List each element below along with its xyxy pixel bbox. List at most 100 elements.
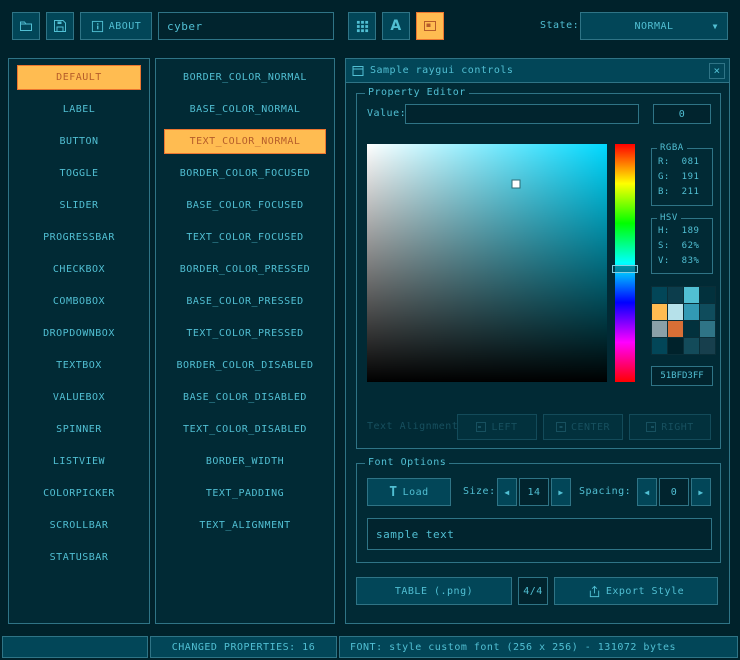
control-item-valuebox[interactable]: VALUEBOX (17, 385, 141, 410)
color-swatch[interactable] (652, 304, 667, 320)
font-load-icon: T (389, 486, 397, 499)
font-spacing-value[interactable]: 0 (659, 478, 689, 506)
property-item-base_color_normal[interactable]: BASE_COLOR_NORMAL (164, 97, 326, 122)
property-item-base_color_focused[interactable]: BASE_COLOR_FOCUSED (164, 193, 326, 218)
color-swatch[interactable] (668, 321, 683, 337)
rgba-title: RGBA (657, 142, 687, 154)
property-item-base_color_disabled[interactable]: BASE_COLOR_DISABLED (164, 385, 326, 410)
rgba-red-value: R: 081 (652, 155, 712, 170)
property-item-border_color_pressed[interactable]: BORDER_COLOR_PRESSED (164, 257, 326, 282)
color-swatch[interactable] (652, 321, 667, 337)
size-decrease-button[interactable]: ◀ (497, 478, 517, 506)
controls-list: DEFAULT LABEL BUTTON TOGGLE SLIDER PROGRESSBA… (8, 58, 150, 624)
color-swatch[interactable] (668, 287, 683, 303)
about-button[interactable]: ABOUT (80, 12, 152, 40)
property-item-border_color_disabled[interactable]: BORDER_COLOR_DISABLED (164, 353, 326, 378)
close-button[interactable]: × (709, 63, 725, 79)
hsv-value-value: V: 83% (652, 254, 712, 269)
control-item-progressbar[interactable]: PROGRESSBAR (17, 225, 141, 250)
color-swatch[interactable] (652, 338, 667, 354)
state-dropdown[interactable]: NORMAL ▼ (580, 12, 728, 40)
control-item-textbox[interactable]: TEXTBOX (17, 353, 141, 378)
color-swatch[interactable] (700, 338, 715, 354)
color-marker[interactable] (512, 181, 519, 188)
font-view-button[interactable]: A (382, 12, 410, 40)
export-style-button[interactable]: Export Style (554, 577, 718, 605)
control-item-scrollbar[interactable]: SCROLLBAR (17, 513, 141, 538)
font-size-label: Size: (463, 487, 496, 497)
export-icon (588, 585, 601, 598)
load-style-button[interactable] (12, 12, 40, 40)
font-size-value[interactable]: 14 (519, 478, 549, 506)
image-icon (423, 19, 437, 33)
property-item-text_color_focused[interactable]: TEXT_COLOR_FOCUSED (164, 225, 326, 250)
color-swatch[interactable] (652, 287, 667, 303)
control-item-colorpicker[interactable]: COLORPICKER (17, 481, 141, 506)
hue-bar[interactable] (615, 144, 635, 382)
control-item-checkbox[interactable]: CHECKBOX (17, 257, 141, 282)
property-item-border_width[interactable]: BORDER_WIDTH (164, 449, 326, 474)
statusbar-font-info: FONT: style custom font (256 x 256) - 13… (339, 636, 738, 658)
align-left-button[interactable]: LEFT (457, 414, 537, 440)
spacing-decrease-button[interactable]: ◀ (637, 478, 657, 506)
control-item-spinner[interactable]: SPINNER (17, 417, 141, 442)
folder-open-icon (19, 19, 33, 33)
color-swatch[interactable] (668, 304, 683, 320)
hsv-group: HSV H: 189 S: 62% V: 83% (651, 218, 713, 274)
align-left-label: LEFT (491, 422, 517, 433)
property-item-border_color_focused[interactable]: BORDER_COLOR_FOCUSED (164, 161, 326, 186)
control-item-button[interactable]: BUTTON (17, 129, 141, 154)
property-item-border_color_normal[interactable]: BORDER_COLOR_NORMAL (164, 65, 326, 90)
rgba-group: RGBA R: 081 G: 191 B: 211 (651, 148, 713, 206)
hue-slider-handle[interactable] (612, 265, 638, 273)
color-swatch[interactable] (700, 304, 715, 320)
page-indicator[interactable]: 4/4 (518, 577, 548, 605)
value-label: Value: (367, 109, 406, 119)
color-swatch[interactable] (684, 304, 699, 320)
properties-list: BORDER_COLOR_NORMAL BASE_COLOR_NORMAL TEXT… (155, 58, 335, 624)
color-swatch[interactable] (668, 338, 683, 354)
control-item-statusbar[interactable]: STATUSBAR (17, 545, 141, 570)
font-spacing-spinner: ◀ 0 ▶ (637, 478, 711, 506)
style-name-input[interactable] (158, 12, 334, 40)
property-item-base_color_pressed[interactable]: BASE_COLOR_PRESSED (164, 289, 326, 314)
atlas-view-button[interactable] (416, 12, 444, 40)
control-item-default[interactable]: DEFAULT (17, 65, 141, 90)
property-item-text_color_pressed[interactable]: TEXT_COLOR_PRESSED (164, 321, 326, 346)
text-alignment-label: Text Alignment: (367, 422, 457, 432)
control-item-toggle[interactable]: TOGGLE (17, 161, 141, 186)
property-item-text_padding[interactable]: TEXT_PADDING (164, 481, 326, 506)
control-item-label[interactable]: LABEL (17, 97, 141, 122)
color-swatch[interactable] (684, 338, 699, 354)
property-item-text_color_disabled[interactable]: TEXT_COLOR_DISABLED (164, 417, 326, 442)
font-load-button[interactable]: T Load (367, 478, 451, 506)
size-increase-button[interactable]: ▶ (551, 478, 571, 506)
chevron-down-icon: ▼ (713, 22, 718, 31)
sample-window: Sample raygui controls × Property Editor… (345, 58, 730, 624)
control-item-slider[interactable]: SLIDER (17, 193, 141, 218)
color-swatch[interactable] (684, 321, 699, 337)
color-swatch[interactable] (700, 321, 715, 337)
hsv-hue-value: H: 189 (652, 224, 712, 239)
sample-text-input[interactable] (367, 518, 712, 550)
spacing-increase-button[interactable]: ▶ (691, 478, 711, 506)
table-export-button[interactable]: TABLE (.png) (356, 577, 512, 605)
control-item-dropdownbox[interactable]: DROPDOWNBOX (17, 321, 141, 346)
control-item-listview[interactable]: LISTVIEW (17, 449, 141, 474)
property-value-input[interactable] (405, 104, 639, 124)
saturation-value-panel[interactable] (367, 144, 607, 382)
color-swatch[interactable] (700, 287, 715, 303)
window-titlebar[interactable]: Sample raygui controls × (346, 59, 729, 83)
state-label: State: (540, 21, 579, 31)
property-item-text_color_normal[interactable]: TEXT_COLOR_NORMAL (164, 129, 326, 154)
controls-view-button[interactable] (348, 12, 376, 40)
color-swatch[interactable] (684, 287, 699, 303)
save-style-button[interactable] (46, 12, 74, 40)
hex-color-box[interactable]: 51BFD3FF (651, 366, 713, 386)
align-center-button[interactable]: CENTER (543, 414, 623, 440)
align-right-button[interactable]: RIGHT (629, 414, 711, 440)
window-title: Sample raygui controls (370, 65, 513, 76)
property-item-text_alignment[interactable]: TEXT_ALIGNMENT (164, 513, 326, 538)
property-value-box[interactable]: 0 (653, 104, 711, 124)
control-item-combobox[interactable]: COMBOBOX (17, 289, 141, 314)
